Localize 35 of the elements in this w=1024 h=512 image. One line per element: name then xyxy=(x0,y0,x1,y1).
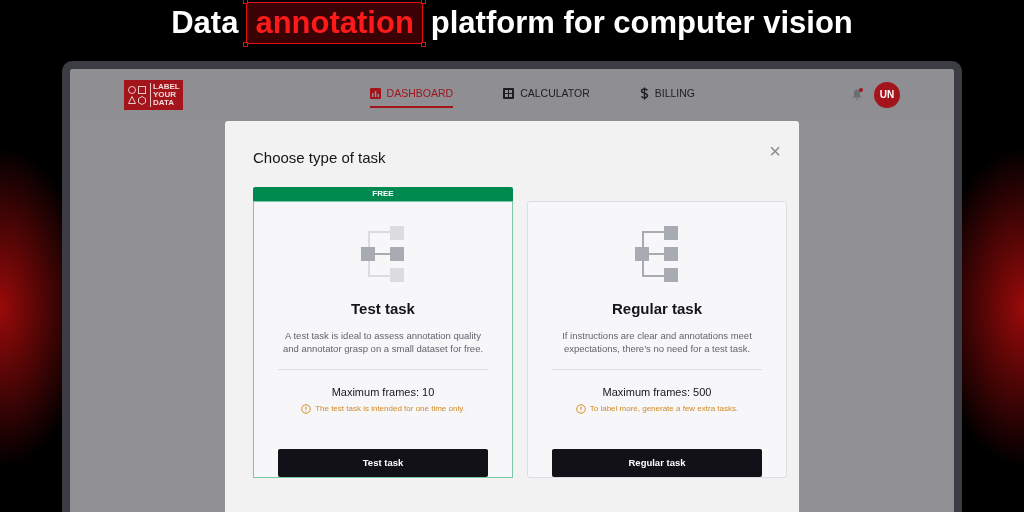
bar-chart-icon xyxy=(369,88,381,99)
headline-text: platform for computer vision xyxy=(430,4,853,42)
task-title: Test task xyxy=(351,299,415,319)
note-text: The test task is intended for one time only. xyxy=(315,403,465,415)
hierarchy-icon xyxy=(361,226,405,282)
bell-icon[interactable] xyxy=(852,89,862,100)
headline-text: Data xyxy=(171,4,239,42)
logo-text: YOUR xyxy=(153,90,178,99)
task-option-card[interactable]: Regular task If instructions are clear and annotations meet expectations, there’s no need for a test task. Maximum frames: 500 To label more, generate a few extra tasks. Regular task xyxy=(527,201,787,478)
highlighted-word: annotation xyxy=(246,2,423,45)
task-button[interactable]: Test task xyxy=(278,449,488,477)
note-text: To label more, generate a few extra tasks. xyxy=(589,403,739,415)
task-option-card[interactable]: Test task A test task is ideal to assess annotation quality and annotator grasp on a small dataset for free. Maximum frames: 10 The test task is intended for one time only. Test task xyxy=(253,201,513,478)
max-frames-text: Maximum frames: 500 xyxy=(602,384,712,400)
task-description: If instructions are clear and annotations meet expectations, there’s no need for a test task. xyxy=(561,328,753,355)
max-frames-text: Maximum frames: 10 xyxy=(331,384,435,400)
warning-icon xyxy=(575,404,586,414)
shapes-icon xyxy=(127,84,147,105)
dialog-title: Choose type of task xyxy=(253,147,386,168)
task-description: A test task is ideal to assess annotation quality and annotator grasp on a small dataset for free. xyxy=(281,328,485,355)
user-avatar[interactable]: UN xyxy=(874,81,900,108)
nav-tab[interactable]: BILLING xyxy=(639,81,696,108)
calculator-icon xyxy=(503,88,515,99)
free-badge: FREE xyxy=(253,187,513,201)
logo-text: LABEL xyxy=(153,82,180,91)
task-title: Regular task xyxy=(611,299,702,319)
logo-text: DATA xyxy=(153,98,176,107)
dollar-icon xyxy=(639,87,649,100)
warning-icon xyxy=(301,404,312,414)
selection-handle xyxy=(420,42,426,48)
nav-tab[interactable]: CALCULATOR xyxy=(503,81,590,108)
task-button[interactable]: Regular task xyxy=(552,449,762,477)
selection-handle xyxy=(243,42,249,48)
hierarchy-icon xyxy=(635,226,679,282)
logo[interactable]: LABEL YOUR DATA xyxy=(124,79,183,110)
